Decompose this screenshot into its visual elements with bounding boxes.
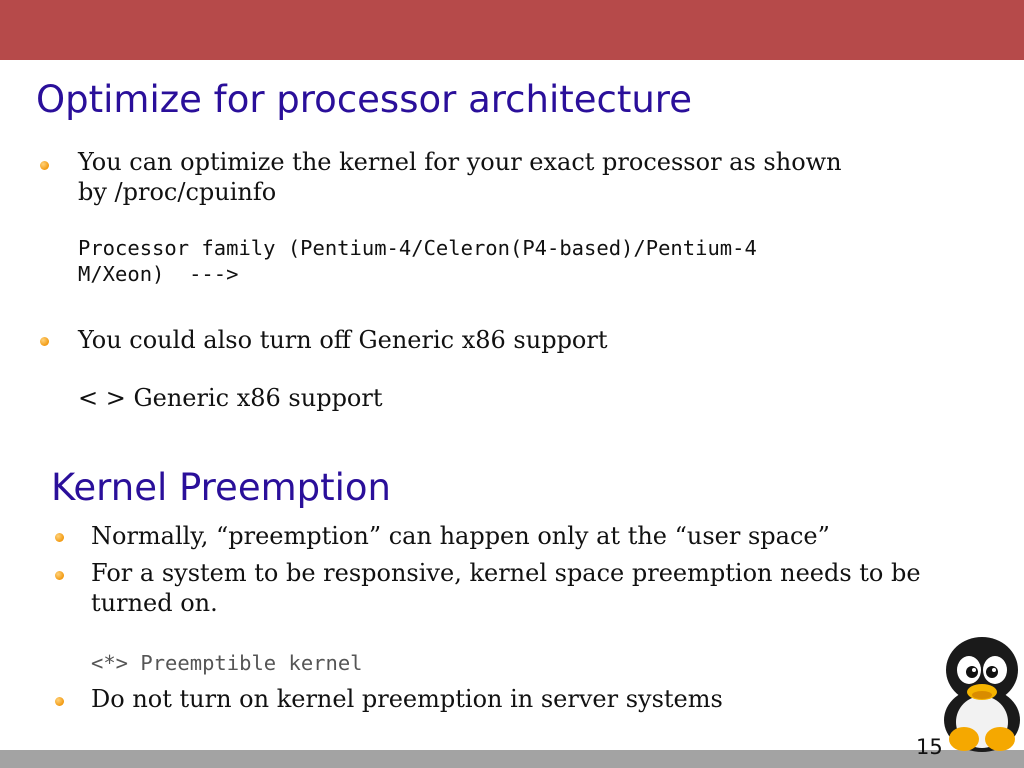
header-bar (0, 0, 1024, 60)
code-line: Processor family (Pentium-4/Celeron(P4-b… (78, 236, 757, 260)
tux-penguin-icon (944, 637, 1020, 752)
section-title-preemption: Kernel Preemption (51, 466, 391, 509)
bullet-text: Normally, “preemption” can happen only a… (91, 522, 830, 550)
footer-bar (0, 750, 1024, 768)
page-number: 15 (916, 735, 943, 759)
code-line: <*> Preemptible kernel (91, 651, 363, 675)
section-title-processor: Optimize for processor architecture (36, 78, 692, 121)
bullet-text: For a system to be responsive, kernel sp… (91, 559, 921, 587)
bullet-text: Do not turn on kernel preemption in serv… (91, 685, 723, 713)
bullet-icon (55, 697, 64, 706)
bullet-text: You could also turn off Generic x86 supp… (78, 326, 608, 354)
bullet-text: You can optimize the kernel for your exa… (78, 148, 842, 176)
bullet-text: turned on. (91, 589, 218, 617)
bullet-text: by /proc/cpuinfo (78, 178, 277, 206)
bullet-icon (55, 571, 64, 580)
code-line: M/Xeon) ---> (78, 262, 239, 286)
bullet-icon (40, 161, 49, 170)
option-text: < > Generic x86 support (78, 384, 383, 412)
bullet-icon (55, 533, 64, 542)
bullet-icon (40, 337, 49, 346)
